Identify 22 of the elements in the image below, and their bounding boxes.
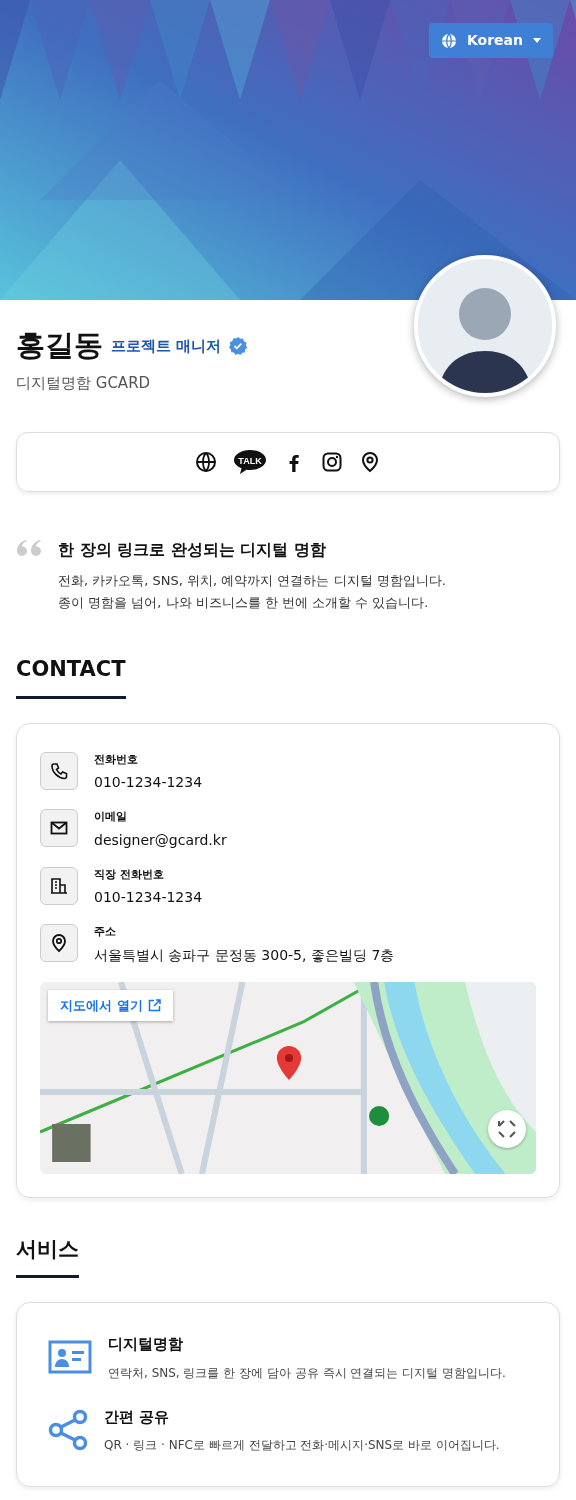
open-map-button[interactable]: 지도에서 열기 [48, 989, 173, 1022]
section-title: CONTACT [16, 654, 126, 699]
contact-label: 전화번호 [94, 751, 139, 768]
contact-label: 주소 [94, 924, 117, 941]
section-title: 서비스 [16, 1233, 79, 1279]
quote-heading: 한 장의 링크로 완성되는 디지털 명함 [58, 539, 327, 561]
intro-text: 전화, 카카오톡, SNS, 위치, 예약까지 연결하는 디지털 명함입니다. [58, 572, 446, 590]
service-title: 디지털명함 [108, 1334, 184, 1356]
service-title: 간편 공유 [104, 1406, 171, 1428]
contact-label: 이메일 [94, 809, 128, 826]
person-name: 홍길동 [16, 327, 103, 364]
service-description: QR · 링크 · NFC로 빠르게 전달하고 전화·메시지·SNS로 바로 이어집니다. [104, 1437, 500, 1455]
intro-text: 종이 명함을 넘어, 나와 비즈니스를 한 번에 소개할 수 있습니다. [58, 594, 430, 613]
company-name: 디지털명함 GCARD [16, 372, 152, 394]
language-button[interactable]: Korean [428, 23, 553, 58]
contact-value: 010-1234-1234 [94, 888, 203, 908]
contact-value: designer@gcard.kr [94, 830, 227, 850]
job-title: 프로젝트 매니저 [111, 335, 222, 357]
contact-label: 직장 전화번호 [94, 866, 165, 883]
service-description: 연락처, SNS, 링크를 한 장에 담아 공유 즉시 연결되는 디지털 명함입니다. [108, 1364, 506, 1382]
contact-value: 서울특별시 송파구 문정동 300-5, 좋은빌딩 7층 [94, 945, 395, 965]
contact-value: 010-1234-1234 [94, 773, 203, 793]
